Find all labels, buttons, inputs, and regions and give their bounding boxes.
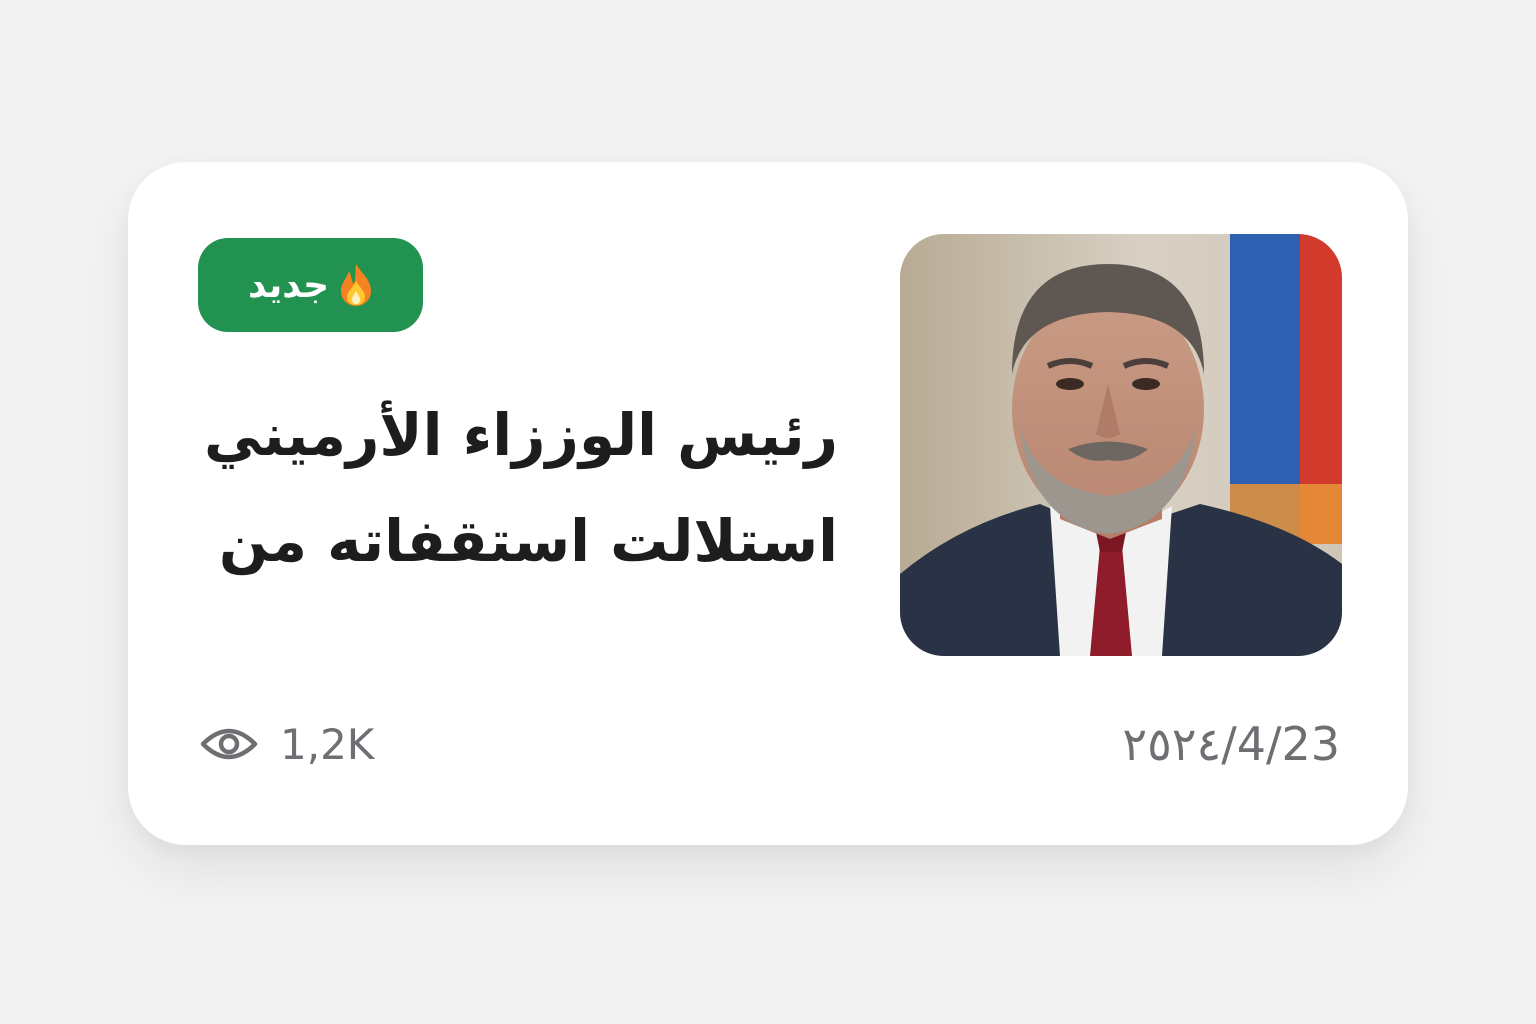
flame-icon — [339, 263, 373, 307]
new-badge[interactable]: جديد — [198, 238, 423, 332]
eye-icon — [200, 724, 258, 764]
news-photo[interactable] — [900, 234, 1342, 656]
news-headline[interactable]: رئيس الوززاء الأرميني استلالت استقفاته م… — [198, 382, 838, 594]
views-counter: 1,2K — [200, 716, 374, 772]
badge-label: جديد — [247, 264, 330, 306]
news-card[interactable]: جديد رئيس الوززاء الأرميني استلالت استقف… — [128, 162, 1408, 845]
views-count: 1,2K — [280, 719, 375, 769]
publish-date: ٢٥٢٤/4/23 — [1122, 717, 1340, 771]
portrait-image — [900, 234, 1342, 656]
